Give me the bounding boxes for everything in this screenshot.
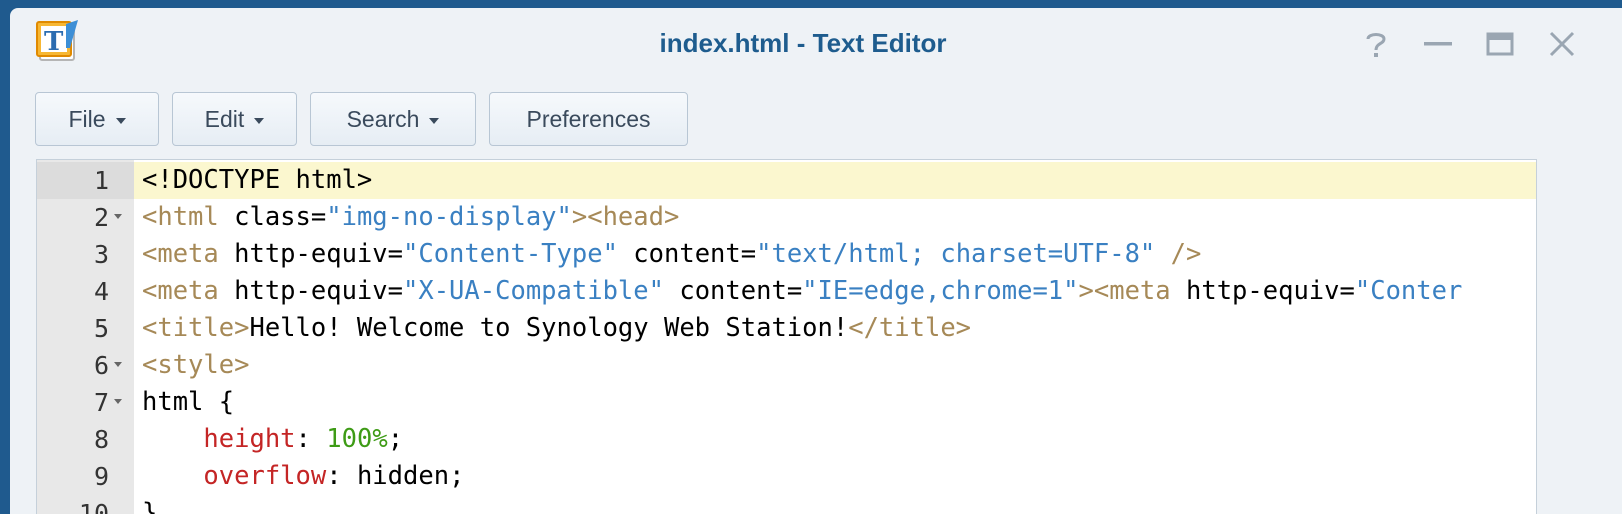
code-token: } [142, 498, 158, 514]
code-token: "img-no-display" [326, 202, 572, 232]
preferences-button[interactable]: Preferences [489, 92, 688, 146]
code-line[interactable]: 3 <meta http-equiv="Content-Type" content… [37, 236, 1536, 273]
code-line[interactable]: 4 <meta http-equiv="X-UA-Compatible" cont… [37, 273, 1536, 310]
code-token: <meta [142, 276, 219, 306]
code-token: Hello! Welcome to Synology Web Station! [249, 313, 849, 343]
edit-menu-label: Edit [204, 105, 245, 132]
code-line[interactable]: 7 html { [37, 384, 1536, 421]
code-token: "X-UA-Compatible" [403, 276, 664, 306]
code-text: <style> [142, 347, 249, 384]
help-icon[interactable] [1356, 26, 1396, 62]
preferences-label: Preferences [526, 105, 651, 132]
line-number: 3 [93, 240, 109, 269]
chevron-down-icon [429, 117, 440, 124]
code-line[interactable]: 1 <!DOCTYPE html> [37, 162, 1536, 199]
line-number: 6 [93, 351, 109, 380]
code-line[interactable]: 10} [37, 495, 1536, 514]
search-menu-button[interactable]: Search [310, 92, 476, 146]
code-line[interactable]: 2 <html class="img-no-display"><head> [37, 199, 1536, 236]
code-token: height [203, 424, 296, 454]
line-number: 5 [93, 314, 109, 343]
search-menu-label: Search [346, 105, 420, 132]
minimize-icon[interactable] [1418, 26, 1458, 62]
code-text: <meta http-equiv="Content-Type" content=… [142, 236, 1201, 273]
fold-arrow-icon[interactable] [114, 214, 122, 219]
code-token: ><meta [1078, 276, 1171, 306]
code-text: height: 100%; [142, 421, 403, 458]
code-token: overflow [203, 461, 327, 491]
code-token: </title> [848, 313, 972, 343]
code-token: "Content-Type" [403, 239, 618, 269]
code-text: <meta http-equiv="X-UA-Compatible" conte… [142, 273, 1462, 310]
code-token: class= [218, 202, 327, 232]
code-text: <!DOCTYPE html> [142, 162, 372, 199]
code-text: overflow: hidden; [142, 458, 464, 495]
code-text: } [142, 495, 157, 514]
code-token: ; [387, 424, 404, 454]
code-token: 100% [326, 424, 388, 454]
code-token: /> [1155, 239, 1202, 269]
line-number: 2 [93, 203, 109, 232]
text-editor-window: T index.html - Text Editor File Edit Sea… [10, 8, 1622, 514]
title-bar[interactable]: T index.html - Text Editor [10, 8, 1622, 78]
code-token: <meta [142, 239, 219, 269]
code-token: : [295, 424, 327, 454]
code-token: content= [617, 239, 757, 269]
code-editor[interactable]: 1 <!DOCTYPE html> 2 <html class="img-no-dis… [36, 159, 1537, 514]
code-line[interactable]: 8 height: 100%; [37, 421, 1536, 458]
code-token: "Conter [1354, 276, 1463, 306]
code-token: "IE=edge,chrome=1" [802, 276, 1079, 306]
code-line[interactable]: 6 <style> [37, 347, 1536, 384]
close-icon[interactable] [1542, 26, 1582, 62]
code-text: <html class="img-no-display"><head> [142, 199, 679, 236]
window-controls [1356, 26, 1582, 62]
chevron-down-icon [254, 117, 265, 124]
code-token: http-equiv= [1170, 276, 1355, 306]
line-number: 8 [93, 425, 109, 454]
line-number: 9 [93, 462, 109, 491]
maximize-icon[interactable] [1480, 26, 1520, 62]
code-token: <title> [142, 313, 250, 343]
chevron-down-icon [115, 117, 126, 124]
code-token: ><head> [571, 202, 680, 232]
code-line[interactable]: 5 <title>Hello! Welcome to Synology Web S… [37, 310, 1536, 347]
code-token: content= [664, 276, 803, 306]
toolbar: File Edit Search Preferences [35, 92, 688, 148]
code-token: http-equiv= [218, 276, 403, 306]
line-number: 1 [93, 166, 109, 195]
code-token: "text/html; charset=UTF-8" [756, 239, 1156, 269]
edit-menu-button[interactable]: Edit [172, 92, 297, 146]
code-text: html { [142, 384, 234, 421]
code-token: <!DOCTYPE html> [142, 165, 373, 195]
line-number: 10 [78, 499, 109, 514]
code-token: <style> [142, 350, 250, 380]
fold-arrow-icon[interactable] [114, 399, 122, 404]
code-token: : hidden; [326, 461, 465, 491]
line-number: 7 [93, 388, 109, 417]
line-number: 4 [93, 277, 109, 306]
code-token: http-equiv= [218, 239, 403, 269]
file-menu-button[interactable]: File [35, 92, 159, 146]
code-line[interactable]: 9 overflow: hidden; [37, 458, 1536, 495]
file-menu-label: File [68, 105, 106, 132]
fold-arrow-icon[interactable] [114, 362, 122, 367]
code-token: html { [142, 387, 235, 417]
code-token: <html [142, 202, 219, 232]
code-text: <title>Hello! Welcome to Synology Web St… [142, 310, 971, 347]
